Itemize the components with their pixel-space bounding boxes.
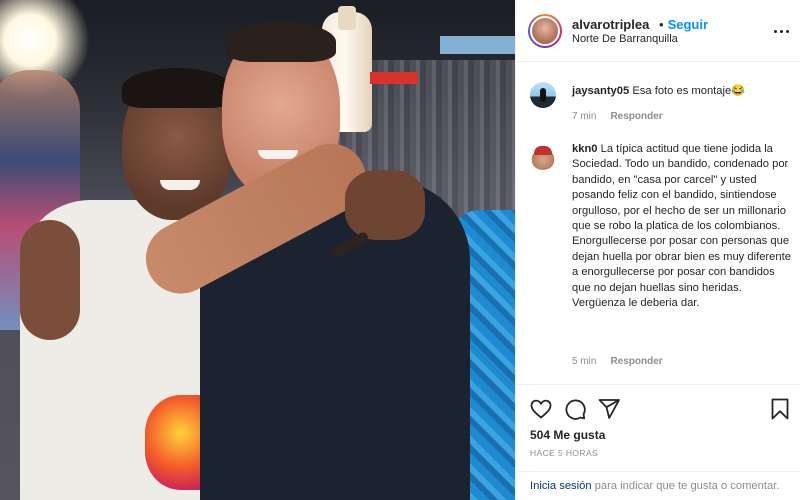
man-left-arm (20, 220, 80, 340)
post-photo[interactable] (0, 0, 515, 500)
login-prompt: Inicia sesión para indicar que te gusta … (516, 471, 800, 494)
heart-icon[interactable] (529, 397, 553, 421)
comment-username[interactable]: jaysanty05 (572, 85, 629, 97)
background-sign (370, 72, 418, 84)
header-username[interactable]: alvarotriplea (572, 17, 649, 32)
login-link[interactable]: Inicia sesión (530, 480, 592, 492)
comment-username[interactable]: kkn0 (572, 143, 598, 155)
commenter-avatar[interactable] (530, 144, 556, 170)
comment-text: La típica actitud que tiene jodida la So… (572, 143, 791, 310)
more-options-icon[interactable] (772, 21, 792, 41)
comment-meta: 5 min Responder (572, 356, 663, 367)
post-actions: 504 Me gusta HACE 5 HORAS Inicia sesión … (516, 384, 800, 500)
comment-time: 5 min (572, 356, 597, 367)
comment-icon[interactable] (563, 397, 587, 421)
comment-meta: 7 min Responder (572, 111, 663, 122)
like-count[interactable]: 504 Me gusta (530, 428, 605, 442)
follow-button[interactable]: • Seguir (659, 17, 708, 32)
commenter-avatar[interactable] (530, 82, 556, 108)
avatar-image (530, 16, 560, 46)
background-screen (440, 36, 515, 54)
man-left-hair (122, 68, 232, 108)
post-side-panel: alvarotriplea • Seguir Norte De Barranqui… (515, 0, 800, 500)
comment-text: Esa foto es montaje😂 (632, 85, 746, 97)
profile-avatar[interactable] (528, 14, 562, 48)
share-icon[interactable] (597, 397, 621, 421)
comment-body: kkn0 La típica actitud que tiene jodida … (572, 142, 794, 311)
reply-button[interactable]: Responder (610, 111, 662, 122)
post-timestamp: HACE 5 HORAS (530, 448, 599, 458)
comment-body: jaysanty05 Esa foto es montaje😂 (572, 84, 794, 99)
separator-dot: • (659, 17, 664, 32)
post-header: alvarotriplea • Seguir Norte De Barranqui… (516, 0, 800, 62)
follow-label: Seguir (667, 17, 709, 32)
man-left-smile (160, 180, 200, 190)
location-link[interactable]: Norte De Barranquilla (572, 33, 678, 45)
bookmark-icon[interactable] (768, 397, 792, 421)
hand-on-shoulder (345, 170, 425, 240)
comments-list[interactable]: jaysanty05 Esa foto es montaje😂 7 min Res… (516, 62, 800, 384)
reply-button[interactable]: Responder (610, 356, 662, 367)
man-right-hair (226, 22, 336, 62)
man-right-smile (258, 150, 298, 159)
comment-time: 7 min (572, 111, 597, 122)
login-prompt-text: para indicar que te gusta o comentar. (591, 480, 780, 492)
